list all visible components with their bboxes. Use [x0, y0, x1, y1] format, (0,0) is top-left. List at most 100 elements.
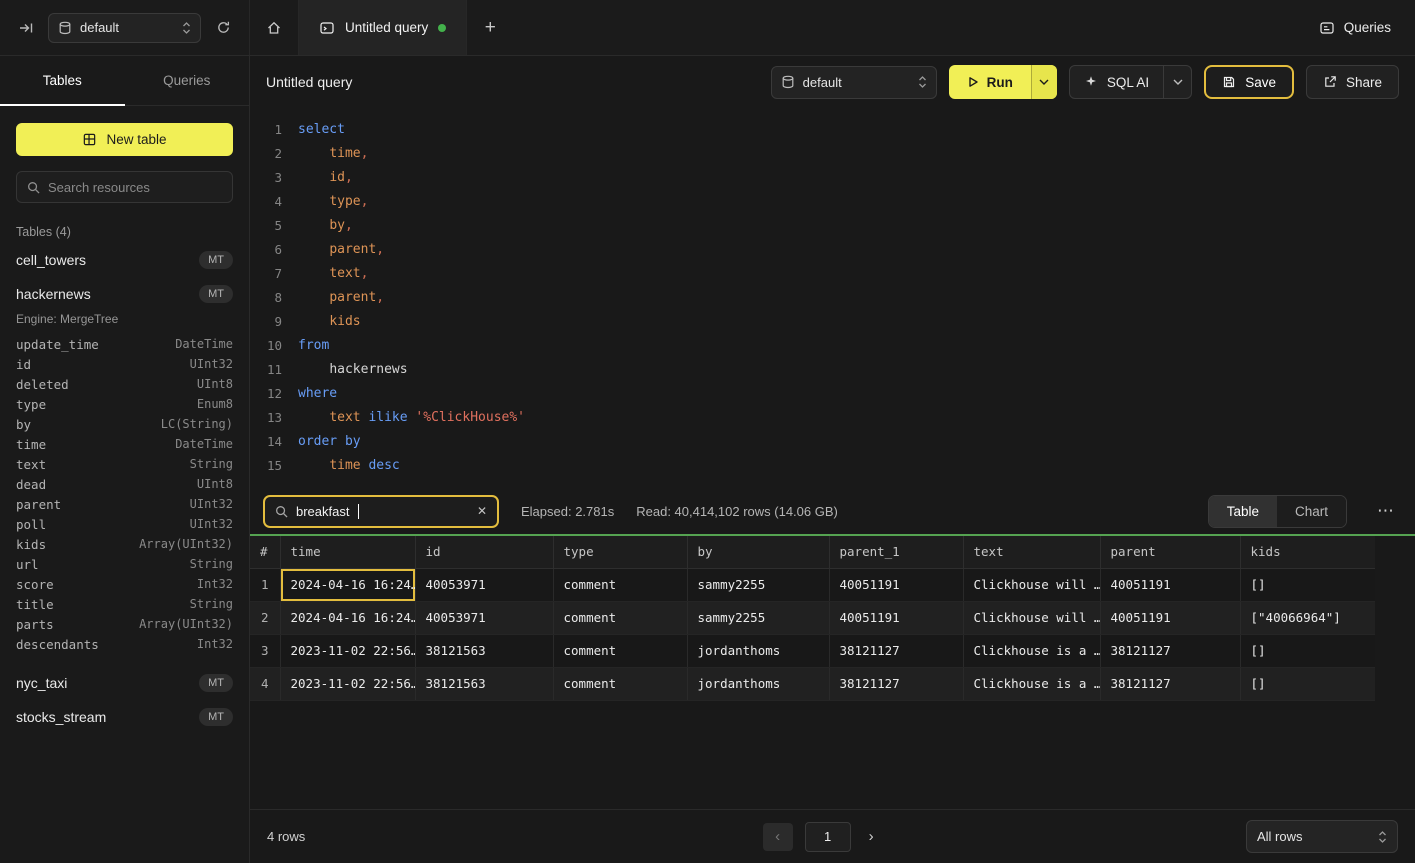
cell-by[interactable]: sammy2255: [687, 601, 829, 634]
column-row[interactable]: textString: [16, 454, 233, 474]
cell-text[interactable]: Clickhouse will …: [963, 568, 1100, 601]
column-header-by[interactable]: by: [687, 536, 829, 568]
cell-type[interactable]: comment: [553, 667, 687, 700]
cell-kids[interactable]: []: [1240, 634, 1375, 667]
cell-parent[interactable]: 40051191: [1100, 601, 1240, 634]
sidebar-tab-queries[interactable]: Queries: [125, 56, 250, 105]
column-row[interactable]: titleString: [16, 594, 233, 614]
sidebar-table-item[interactable]: nyc_taxiMT: [16, 666, 233, 700]
new-tab-button[interactable]: +: [467, 0, 513, 55]
cell-time[interactable]: 2024-04-16 16:24…: [280, 568, 415, 601]
share-button[interactable]: Share: [1306, 65, 1399, 99]
column-header-time[interactable]: time: [280, 536, 415, 568]
database-selector-topbar[interactable]: default: [48, 13, 201, 43]
cell-id[interactable]: 38121563: [415, 667, 553, 700]
column-row[interactable]: deletedUInt8: [16, 374, 233, 394]
toggle-table-view[interactable]: Table: [1209, 496, 1277, 527]
tab-untitled-query[interactable]: Untitled query: [298, 0, 467, 55]
cell-time[interactable]: 2023-11-02 22:56…: [280, 667, 415, 700]
column-row[interactable]: pollUInt32: [16, 514, 233, 534]
engine-badge: MT: [199, 708, 233, 726]
run-button[interactable]: Run: [949, 65, 1031, 99]
cell-time[interactable]: 2024-04-16 16:24…: [280, 601, 415, 634]
cell-parent_1[interactable]: 40051191: [829, 568, 963, 601]
toggle-chart-view[interactable]: Chart: [1277, 496, 1346, 527]
sidebar-tab-tables[interactable]: Tables: [0, 56, 125, 105]
column-header-parent_1[interactable]: parent_1: [829, 536, 963, 568]
queries-button[interactable]: Queries: [1319, 20, 1391, 36]
column-row[interactable]: descendantsInt32: [16, 634, 233, 654]
clear-search-button[interactable]: ✕: [477, 504, 487, 518]
column-header-parent[interactable]: parent: [1100, 536, 1240, 568]
cell-text[interactable]: Clickhouse will …: [963, 601, 1100, 634]
editor-line: 13 text ilike '%ClickHouse%': [258, 406, 1415, 430]
cell-kids[interactable]: []: [1240, 667, 1375, 700]
column-row[interactable]: parentUInt32: [16, 494, 233, 514]
row-number[interactable]: 3: [250, 634, 280, 667]
table-columns-list: update_timeDateTimeidUInt32deletedUInt8t…: [16, 334, 233, 654]
column-row[interactable]: timeDateTime: [16, 434, 233, 454]
cell-parent_1[interactable]: 40051191: [829, 601, 963, 634]
column-header-id[interactable]: id: [415, 536, 553, 568]
new-table-button[interactable]: New table: [16, 123, 233, 156]
database-selector-header[interactable]: default: [771, 66, 937, 99]
next-page-button[interactable]: ›: [863, 828, 880, 845]
cell-id[interactable]: 40053971: [415, 601, 553, 634]
cell-parent_1[interactable]: 38121127: [829, 667, 963, 700]
cell-id[interactable]: 38121563: [415, 634, 553, 667]
column-header-kids[interactable]: kids: [1240, 536, 1375, 568]
sql-ai-button[interactable]: SQL AI: [1070, 66, 1163, 98]
save-button[interactable]: Save: [1204, 65, 1294, 99]
cell-kids[interactable]: ["40066964"]: [1240, 601, 1375, 634]
cell-parent_1[interactable]: 38121127: [829, 634, 963, 667]
cell-by[interactable]: jordanthoms: [687, 667, 829, 700]
previous-page-button[interactable]: ‹: [763, 823, 793, 851]
column-header-text[interactable]: text: [963, 536, 1100, 568]
column-type: UInt8: [197, 477, 233, 491]
page-size-selector[interactable]: All rows: [1246, 820, 1398, 853]
cell-type[interactable]: comment: [553, 568, 687, 601]
sidebar-table-item[interactable]: stocks_streamMT: [16, 700, 233, 734]
row-number[interactable]: 4: [250, 667, 280, 700]
cell-parent[interactable]: 38121127: [1100, 667, 1240, 700]
results-search-input[interactable]: breakfast ✕: [263, 495, 499, 528]
cell-parent[interactable]: 40051191: [1100, 568, 1240, 601]
column-row[interactable]: scoreInt32: [16, 574, 233, 594]
share-external-icon: [1323, 75, 1337, 89]
column-row[interactable]: partsArray(UInt32): [16, 614, 233, 634]
cell-time[interactable]: 2023-11-02 22:56…: [280, 634, 415, 667]
cell-by[interactable]: jordanthoms: [687, 634, 829, 667]
cell-by[interactable]: sammy2255: [687, 568, 829, 601]
column-row[interactable]: typeEnum8: [16, 394, 233, 414]
collapse-sidebar-button[interactable]: [12, 14, 40, 42]
more-options-button[interactable]: ⋯: [1369, 501, 1402, 521]
sql-ai-caret[interactable]: [1163, 66, 1191, 98]
code-text: parent,: [298, 286, 384, 310]
sidebar-table-item[interactable]: cell_towersMT: [16, 243, 233, 277]
column-row[interactable]: urlString: [16, 554, 233, 574]
current-page-indicator[interactable]: 1: [805, 822, 851, 852]
column-row[interactable]: idUInt32: [16, 354, 233, 374]
cell-parent[interactable]: 38121127: [1100, 634, 1240, 667]
cell-type[interactable]: comment: [553, 634, 687, 667]
column-row[interactable]: byLC(String): [16, 414, 233, 434]
column-header-rownum[interactable]: #: [250, 536, 280, 568]
cell-text[interactable]: Clickhouse is a …: [963, 667, 1100, 700]
refresh-button[interactable]: [209, 14, 237, 42]
sidebar-table-item[interactable]: hackernewsMT: [16, 277, 233, 311]
run-options-caret[interactable]: [1031, 65, 1057, 99]
cell-id[interactable]: 40053971: [415, 568, 553, 601]
column-header-type[interactable]: type: [553, 536, 687, 568]
column-row[interactable]: deadUInt8: [16, 474, 233, 494]
column-row[interactable]: kidsArray(UInt32): [16, 534, 233, 554]
cell-text[interactable]: Clickhouse is a …: [963, 634, 1100, 667]
editor-line: 14order by: [258, 430, 1415, 454]
column-row[interactable]: update_timeDateTime: [16, 334, 233, 354]
search-resources-input[interactable]: [48, 180, 222, 195]
sql-editor[interactable]: 1select2 time,3 id,4 type,5 by,6 parent,…: [250, 108, 1415, 488]
cell-kids[interactable]: []: [1240, 568, 1375, 601]
cell-type[interactable]: comment: [553, 601, 687, 634]
row-number[interactable]: 1: [250, 568, 280, 601]
row-number[interactable]: 2: [250, 601, 280, 634]
home-tab[interactable]: [250, 0, 298, 55]
